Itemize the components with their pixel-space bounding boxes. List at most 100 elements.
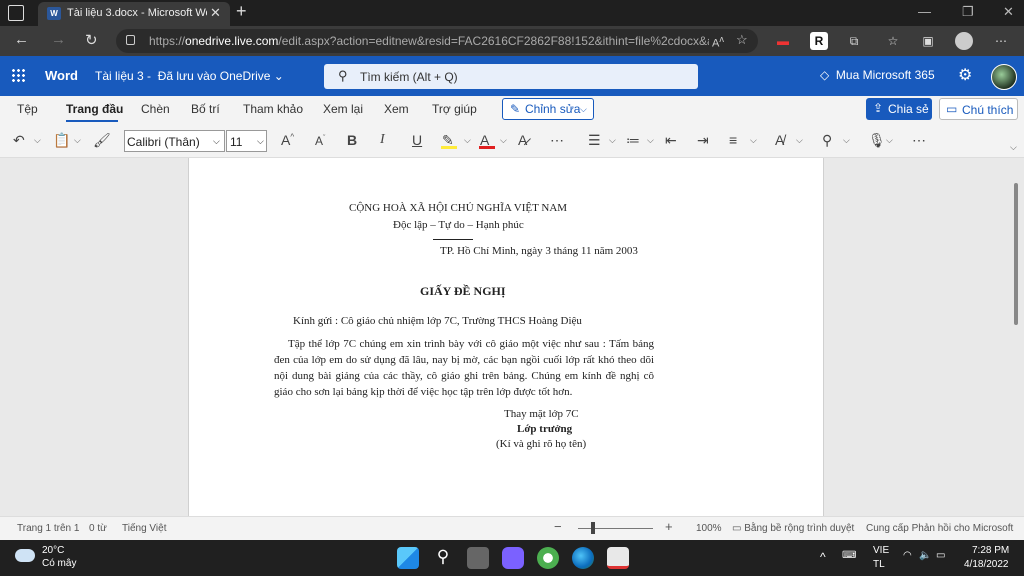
snipping-tool-icon[interactable] (607, 547, 629, 569)
temperature[interactable]: 20°C (42, 545, 64, 556)
refresh-icon[interactable]: ↻ (85, 31, 98, 49)
search-taskbar-icon[interactable]: ⚲ (432, 547, 454, 569)
chevron-up-icon[interactable]: ^ (820, 550, 826, 564)
styles-dropdown-icon[interactable]: ⌵ (796, 135, 803, 146)
profile-avatar[interactable] (955, 32, 973, 50)
forward-icon[interactable]: → (51, 31, 66, 48)
zoom-slider[interactable] (578, 528, 653, 529)
fit-width-button[interactable]: ▭ Bằng bề rộng trình duyệt (732, 523, 854, 534)
browser-menu-icon[interactable]: ⋯ (992, 32, 1010, 50)
address-bar[interactable]: https://onedrive.live.com/edit.aspx?acti… (116, 29, 758, 53)
shrink-font-icon[interactable]: Aˇ (315, 134, 325, 148)
document-page[interactable]: CỘNG HOÀ XÃ HỘI CHỦ NGHĨA VIỆT NAM Độc l… (188, 158, 824, 516)
wifi-icon[interactable]: ◠ (903, 550, 912, 561)
clear-formatting-icon[interactable]: A̷ (518, 132, 527, 148)
chat-icon[interactable] (502, 547, 524, 569)
zoom-slider-thumb[interactable] (591, 522, 595, 534)
search-input[interactable]: ⚲ Tìm kiếm (Alt + Q) (324, 64, 698, 89)
back-icon[interactable]: ← (14, 31, 29, 48)
zoom-in-icon[interactable]: + (665, 519, 673, 534)
word-count[interactable]: 0 từ (89, 523, 107, 534)
align-icon[interactable]: ≡ (729, 132, 737, 148)
tab-help[interactable]: Trợ giúp (432, 102, 477, 116)
tab-layout[interactable]: Bố trí (191, 102, 220, 116)
bullets-icon[interactable]: ☰ (588, 132, 601, 149)
browser-tab[interactable]: W Tài liệu 3.docx - Microsoft Word ✕ (38, 2, 230, 26)
buy-microsoft-365-link[interactable]: ◇ Mua Microsoft 365 (820, 68, 935, 82)
font-color-dropdown-icon[interactable]: ⌵ (500, 135, 507, 146)
dictate-microphone-icon[interactable]: 🎙 (868, 132, 886, 149)
language-top[interactable]: VIE (873, 545, 889, 556)
clock-date[interactable]: 4/18/2022 (964, 559, 1009, 570)
collections-icon[interactable]: ▣ (919, 32, 937, 50)
bullets-dropdown-icon[interactable]: ⌵ (609, 135, 616, 146)
increase-indent-icon[interactable]: ⇥ (697, 132, 709, 149)
highlight-dropdown-icon[interactable]: ⌵ (464, 135, 471, 146)
format-painter-icon[interactable]: 🖌 (93, 132, 111, 149)
favorites-icon[interactable]: ☆ (884, 32, 902, 50)
find-dropdown-icon[interactable]: ⌵ (843, 135, 850, 146)
battery-icon[interactable]: ▭ (936, 550, 945, 561)
numbering-dropdown-icon[interactable]: ⌵ (647, 135, 654, 146)
new-tab-icon[interactable]: + (236, 1, 247, 22)
url-text[interactable]: https://onedrive.live.com/edit.aspx?acti… (149, 34, 709, 48)
zoom-level[interactable]: 100% (696, 523, 722, 534)
feedback-link[interactable]: Cung cấp Phản hồi cho Microsoft (866, 523, 1013, 534)
extension-r-icon[interactable]: R (810, 32, 828, 50)
settings-icon[interactable]: ⚙ (958, 65, 972, 85)
keyboard-icon[interactable]: ⌨ (842, 550, 856, 561)
editing-mode-button[interactable]: ✎ Chỉnh sửa ⌵ (502, 98, 594, 120)
tab-home[interactable]: Trang đầu (66, 102, 123, 116)
grow-font-icon[interactable]: A^ (281, 132, 294, 148)
start-icon[interactable] (397, 547, 419, 569)
document-title[interactable]: Tài liệu 3 - Đã lưu vào OneDrive ⌄ (95, 69, 284, 83)
share-button[interactable]: ⇪ Chia sẻ (866, 98, 932, 120)
bold-icon[interactable]: B (347, 132, 357, 148)
app-name[interactable]: Word (45, 68, 78, 83)
dictate-dropdown-icon[interactable]: ⌵ (886, 135, 893, 146)
edge-icon[interactable] (572, 547, 594, 569)
weather-condition[interactable]: Có mây (42, 558, 76, 569)
font-name-select[interactable]: Calibri (Thân) ⌵ (124, 130, 225, 152)
find-icon[interactable]: ⚲ (822, 132, 832, 149)
volume-icon[interactable]: 🔈 (919, 550, 931, 561)
numbering-icon[interactable]: ≔ (626, 132, 640, 149)
language[interactable]: Tiếng Việt (122, 523, 166, 534)
cloud-icon[interactable] (15, 549, 35, 562)
user-avatar[interactable] (991, 64, 1017, 90)
extension-red-icon[interactable]: ▬ (774, 32, 792, 50)
document-canvas[interactable]: CỘNG HOÀ XÃ HỘI CHỦ NGHĨA VIỆT NAM Độc l… (0, 158, 1024, 516)
expand-ribbon-icon[interactable]: ⌵ (1010, 142, 1017, 153)
tab-review[interactable]: Xem lại (323, 102, 363, 116)
decrease-indent-icon[interactable]: ⇤ (665, 132, 677, 149)
close-tab-icon[interactable]: ✕ (210, 5, 221, 21)
app-chrome-icon[interactable] (537, 547, 559, 569)
clock-time[interactable]: 7:28 PM (972, 545, 1009, 556)
window-close-icon[interactable]: ✕ (1003, 4, 1014, 20)
font-size-select[interactable]: 11 ⌵ (226, 130, 267, 152)
task-view-icon[interactable] (467, 547, 489, 569)
vertical-scrollbar[interactable] (1014, 183, 1018, 325)
more-font-options-icon[interactable]: ⋯ (550, 132, 564, 149)
app-launcher-icon[interactable] (11, 68, 25, 82)
zoom-out-icon[interactable]: − (554, 519, 562, 534)
undo-icon[interactable]: ↶ (13, 132, 25, 149)
add-favorite-icon[interactable]: ☆ (736, 32, 748, 48)
undo-dropdown-icon[interactable]: ⌵ (34, 135, 41, 146)
tab-insert[interactable]: Chèn (141, 102, 170, 116)
language-bottom[interactable]: TL (873, 559, 885, 570)
more-options-icon[interactable]: ⋯ (912, 132, 926, 149)
tab-actions-icon[interactable] (8, 5, 24, 21)
paste-icon[interactable]: 📋 (53, 132, 70, 149)
styles-icon[interactable]: A̸ (775, 132, 784, 148)
lock-icon[interactable] (126, 35, 135, 45)
underline-icon[interactable]: U (412, 132, 422, 148)
paste-dropdown-icon[interactable]: ⌵ (74, 135, 81, 146)
italic-icon[interactable]: I (380, 132, 385, 148)
minimize-icon[interactable]: — (918, 4, 931, 19)
tab-view[interactable]: Xem (384, 102, 409, 116)
align-dropdown-icon[interactable]: ⌵ (750, 135, 757, 146)
comments-button[interactable]: ▭ Chú thích (939, 98, 1018, 120)
tab-references[interactable]: Tham khảo (243, 102, 303, 116)
maximize-icon[interactable]: ❐ (962, 4, 974, 20)
